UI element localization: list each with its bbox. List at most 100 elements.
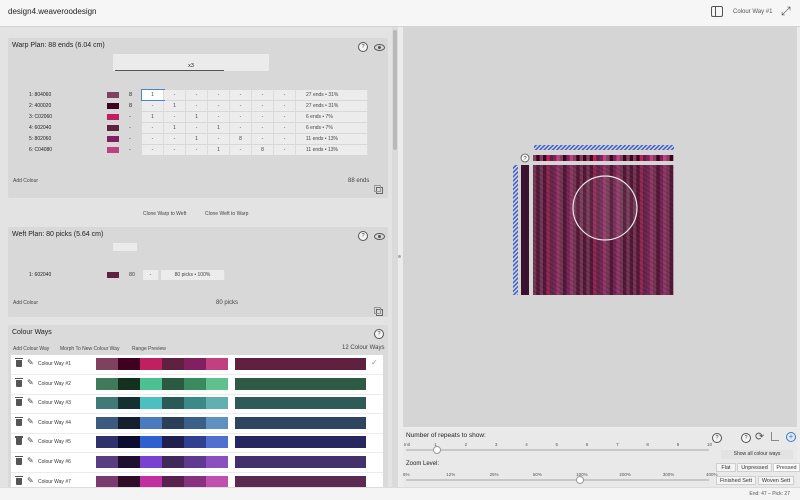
refresh-icon[interactable]: ⟳ [755,430,764,443]
warp-grid-cell[interactable]: - [274,101,296,111]
colour-way-swatch[interactable] [140,416,162,429]
warp-grid-cell[interactable]: - [274,90,296,100]
colour-way-row[interactable]: ✎ Colour Way #4 [11,414,383,434]
pencil-icon[interactable]: ✎ [27,417,34,426]
render-mode-button[interactable]: Pressed [773,463,800,472]
weft-visibility-eye-icon[interactable] [374,233,385,240]
warp-grid-cell[interactable]: - [274,123,296,133]
colour-way-swatch[interactable] [118,358,140,370]
weft-add-colour-button[interactable]: Add Colour [13,300,38,306]
warp-grid-cell[interactable]: 1 [142,112,164,122]
colour-way-swatch[interactable] [118,436,140,449]
weft-colour-swatch[interactable] [107,272,119,278]
warp-grid-cell[interactable]: - [142,123,164,133]
warp-grid-cell[interactable]: - [186,101,208,111]
trash-icon[interactable] [15,475,23,485]
warp-grid-cell[interactable]: 1 [208,145,230,155]
colour-way-swatch[interactable] [140,377,162,390]
weft-grid-cell[interactable]: - [143,270,159,280]
trash-icon[interactable] [15,377,23,387]
colour-way-swatch[interactable] [118,456,140,468]
warp-grid-cell[interactable]: - [164,90,186,100]
pencil-icon[interactable]: ✎ [27,436,34,445]
warp-grid-cell[interactable]: - [208,134,230,144]
warp-grid-cell[interactable]: 1 [164,101,186,111]
colour-way-swatch[interactable] [162,456,184,468]
colour-way-swatch[interactable] [162,377,184,390]
pencil-icon[interactable]: ✎ [27,476,34,485]
pane-divider-handle[interactable] [398,255,401,258]
warp-grid-cell[interactable]: - [164,145,186,155]
colour-way-swatch[interactable] [96,416,118,429]
colour-way-row[interactable]: ✎ Colour Way #6 [11,453,383,473]
warp-grid-cell[interactable]: - [252,101,274,111]
warp-grid-cell[interactable]: 8 [230,134,252,144]
colour-way-swatch[interactable] [206,358,228,370]
colour-ways-help-icon[interactable]: ? [374,329,384,339]
colour-way-swatch[interactable] [118,416,140,429]
warp-grid-cell[interactable]: 8 [252,145,274,155]
warp-grid-cell[interactable]: - [164,134,186,144]
warp-visibility-eye-icon[interactable] [374,44,385,51]
trash-icon[interactable] [15,416,23,426]
warp-grid-cell[interactable]: - [208,101,230,111]
colour-way-swatch[interactable] [140,436,162,449]
warp-colour-swatch[interactable] [107,103,119,109]
colour-way-swatch[interactable] [162,475,184,488]
warp-grid-cell[interactable]: - [230,123,252,133]
clone-weft-to-warp-button[interactable]: Clone Weft to Warp [205,211,248,217]
clone-warp-to-weft-button[interactable]: Clone Warp to Weft [143,211,186,217]
warp-grid-cell[interactable]: - [142,101,164,111]
colour-way-swatch[interactable] [118,475,140,488]
trash-icon[interactable] [15,456,23,465]
colour-way-swatch[interactable] [96,436,118,449]
weft-copy-icon[interactable] [374,307,383,316]
warp-grid-cell[interactable]: - [164,112,186,122]
warp-grid-cell[interactable]: - [274,134,296,144]
sidebar-toggle-icon[interactable] [711,6,723,17]
warp-grid-cell[interactable]: - [186,145,208,155]
colour-way-swatch[interactable] [96,475,118,488]
colour-way-swatch[interactable] [184,475,206,488]
range-preview-button[interactable]: Range Preview [132,346,166,352]
colour-way-row[interactable]: ✎ Colour Way #2 [11,375,383,395]
render-mode-button[interactable]: Flat [716,463,736,472]
colour-way-swatch[interactable] [184,436,206,449]
colour-way-swatch[interactable] [162,358,184,370]
colour-way-swatch[interactable] [96,358,118,370]
colour-way-swatch[interactable] [140,475,162,488]
pencil-icon[interactable]: ✎ [27,397,34,406]
warp-grid-cell[interactable]: - [186,123,208,133]
colour-way-swatch[interactable] [206,377,228,390]
grid-size-icon[interactable] [771,432,779,441]
weft-repeat-bar[interactable] [113,243,137,251]
colour-way-swatch[interactable] [118,397,140,410]
warp-grid-cell[interactable]: - [230,145,252,155]
add-colour-way-button[interactable]: Add Colour Way [13,346,49,352]
warp-grid-cell[interactable]: 1 [186,134,208,144]
zoom-slider-thumb[interactable] [576,476,585,484]
sett-mode-button[interactable]: Woven Sett [758,476,794,485]
colour-way-swatch[interactable] [140,456,162,468]
colour-way-row[interactable]: ✎ Colour Way #5 [11,433,383,454]
pencil-icon[interactable]: ✎ [27,456,34,465]
warp-grid-cell[interactable]: - [208,112,230,122]
warp-copy-icon[interactable] [374,185,383,194]
colour-way-row[interactable]: ✎ Colour Way #1 ✓ [11,355,383,375]
colour-way-swatch[interactable] [140,358,162,370]
fabric-preview-canvas[interactable]: ? [403,27,797,427]
warp-grid-cell[interactable]: - [230,90,252,100]
repeats-help-icon[interactable]: ? [712,433,722,443]
colour-way-swatch[interactable] [206,436,228,449]
show-all-colour-ways-button[interactable]: Show all colour ways [721,450,793,459]
colour-way-swatch[interactable] [206,397,228,410]
add-view-icon[interactable]: + [786,432,796,442]
pencil-icon[interactable]: ✎ [27,378,34,387]
left-scroll-thumb[interactable] [393,30,397,150]
colour-way-swatch[interactable] [96,456,118,468]
colour-way-swatch[interactable] [118,377,140,390]
trash-icon[interactable] [15,358,23,367]
colour-way-swatch[interactable] [96,377,118,390]
warp-grid-cell[interactable]: - [230,101,252,111]
warp-grid-cell[interactable]: - [142,145,164,155]
